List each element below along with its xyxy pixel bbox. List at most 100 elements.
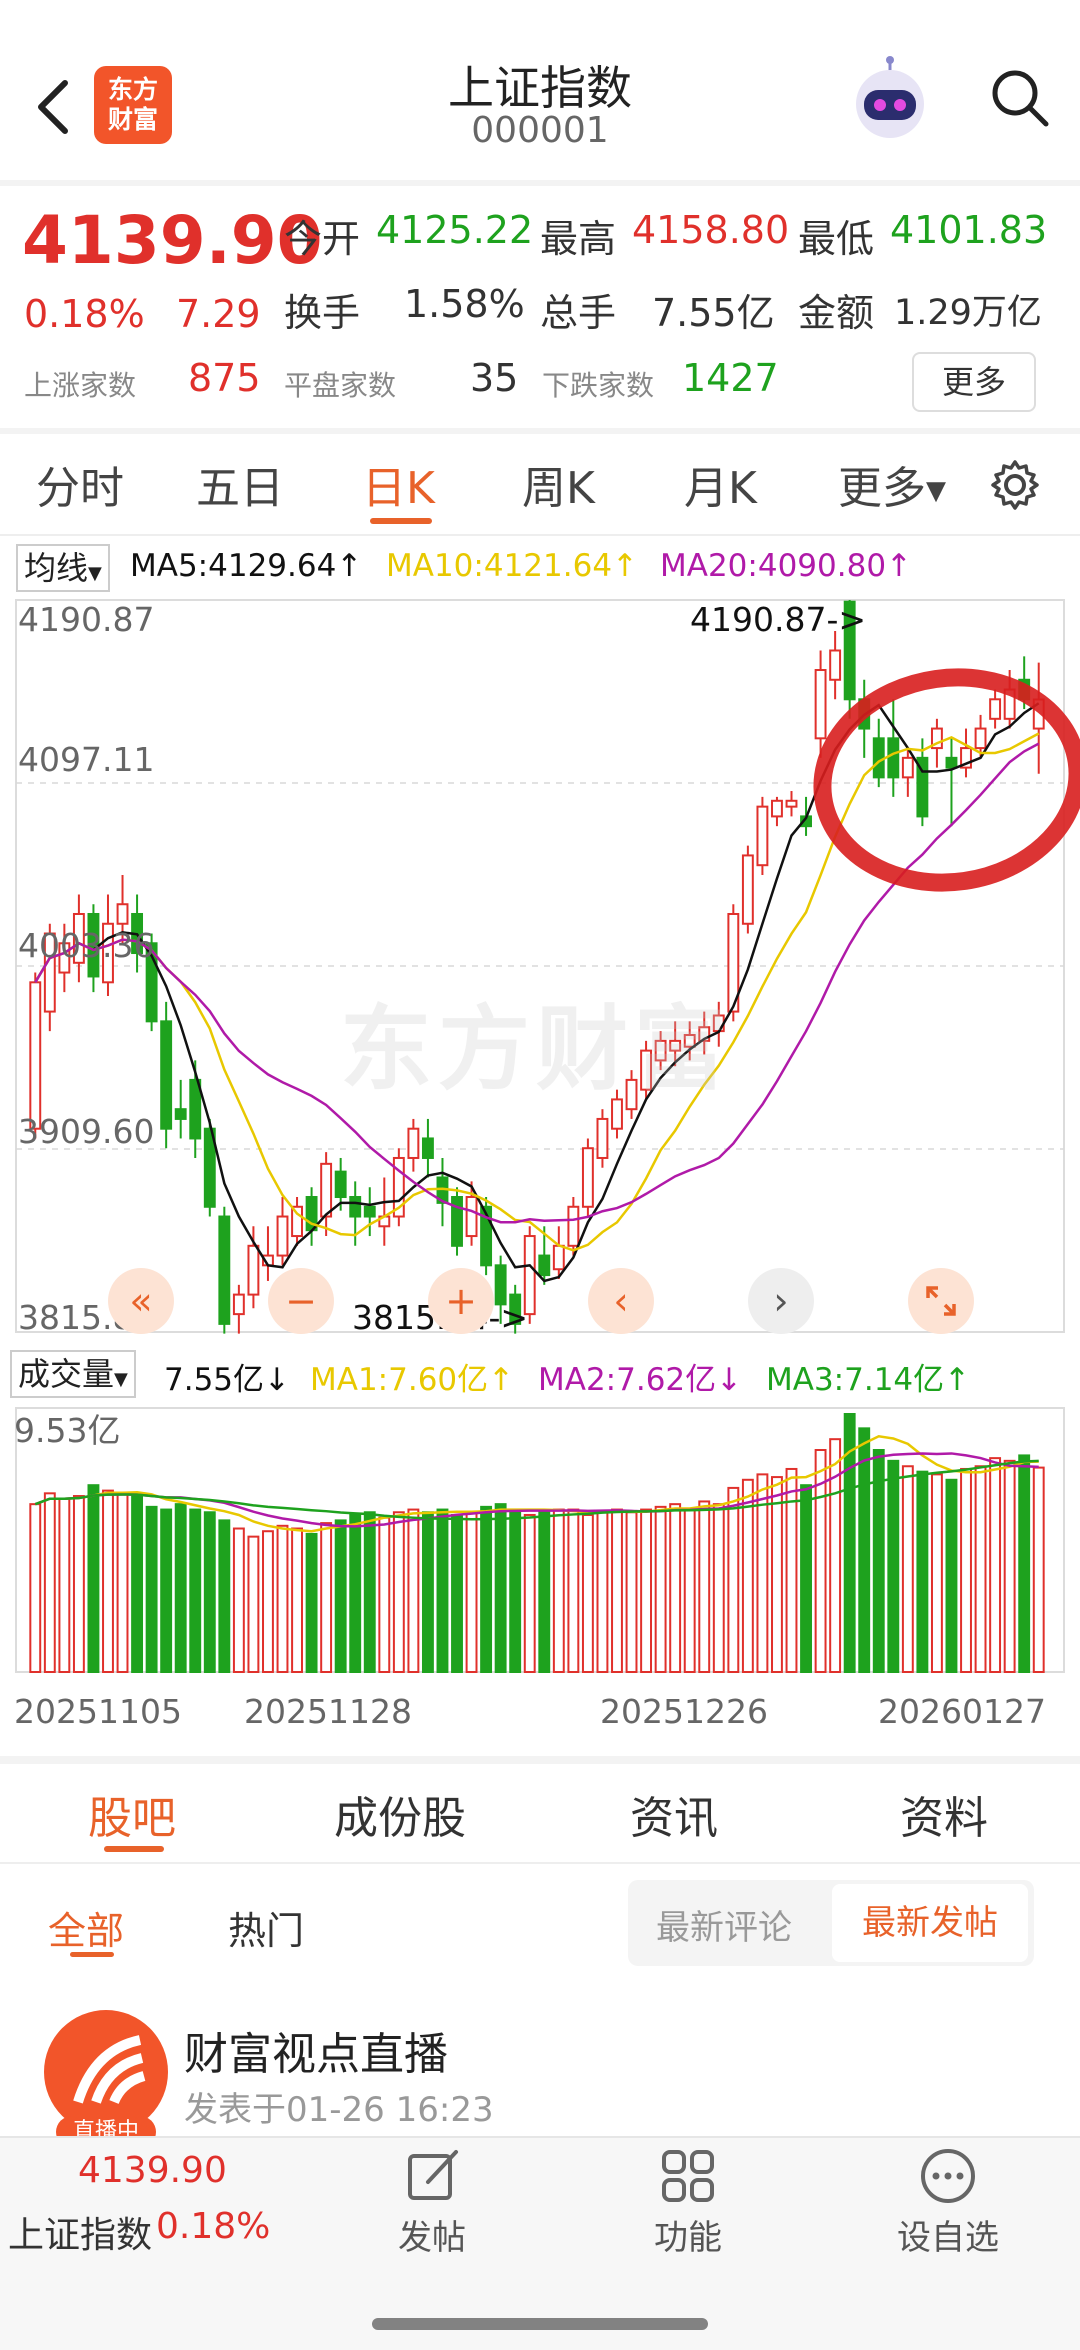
volume-bar <box>1018 1454 1031 1673</box>
tab-daily-k[interactable]: 日K <box>362 452 435 516</box>
volume-bar <box>334 1519 347 1673</box>
ma20-value: MA20:4090.80↑ <box>660 548 913 584</box>
candle-body <box>421 1137 434 1159</box>
zoom-out-button[interactable]: − <box>268 1268 334 1334</box>
volume-bar <box>974 1465 987 1673</box>
volume-bar <box>785 1467 798 1673</box>
candle-body <box>901 756 914 779</box>
candle <box>232 1284 245 1334</box>
tab-guba[interactable]: 股吧 <box>88 1782 176 1846</box>
candle <box>989 689 1002 729</box>
volume-bar <box>392 1511 405 1673</box>
filter-all[interactable]: 全部 <box>48 1900 124 1955</box>
robot-assistant-icon[interactable] <box>842 54 938 150</box>
tab-monthly-k[interactable]: 月K <box>684 452 757 516</box>
volume-bar <box>669 1503 682 1673</box>
volume-bar <box>858 1427 871 1673</box>
volume-bar <box>407 1508 420 1673</box>
stock-code: 000001 <box>471 110 609 151</box>
filter-hot[interactable]: 热门 <box>228 1900 304 1955</box>
high-marker: 4190.87-> <box>690 600 867 639</box>
ma-dropdown[interactable]: 均线▼ <box>16 544 110 592</box>
candle <box>320 1152 333 1237</box>
down-count: 1427 <box>682 356 779 400</box>
volume-label: 总手 <box>540 291 617 335</box>
volume-bar <box>436 1508 449 1673</box>
scroll-right-button[interactable]: › <box>748 1268 814 1334</box>
volume-bar <box>494 1503 507 1673</box>
candle <box>407 1118 420 1172</box>
volume-bar <box>930 1473 943 1673</box>
volume-ma3: MA3:7.14亿↑ <box>766 1362 971 1398</box>
volume-bar <box>58 1497 71 1673</box>
open-label: 今开 <box>284 217 361 261</box>
post-button-label: 发帖 <box>398 2218 466 2258</box>
volume-bar <box>712 1503 725 1673</box>
candle <box>436 1157 449 1227</box>
settings-button[interactable] <box>982 452 1048 518</box>
candle <box>829 630 842 700</box>
volume-bar <box>102 1489 114 1673</box>
zoom-out-fast-button[interactable]: « <box>108 1268 174 1334</box>
post-button[interactable]: 发帖 <box>352 2146 512 2266</box>
fullscreen-button[interactable] <box>908 1268 974 1334</box>
volume-bar <box>87 1484 100 1673</box>
candle-body <box>872 737 885 779</box>
candle <box>291 1197 303 1246</box>
sort-latest-comment[interactable]: 最新评论 <box>656 1900 792 1949</box>
volume-bar <box>72 1495 85 1673</box>
volume-bar <box>887 1459 900 1674</box>
gear-icon <box>991 460 1039 510</box>
tab-news[interactable]: 资讯 <box>630 1782 718 1846</box>
sort-latest-post[interactable]: 最新发帖 <box>832 1884 1028 1962</box>
divider <box>0 534 1080 536</box>
ma10-value: MA10:4121.64↑ <box>386 548 639 584</box>
candle-body <box>218 1215 231 1325</box>
volume-bar <box>262 1530 274 1673</box>
candle-body <box>741 854 754 925</box>
more-quote-button[interactable]: 更多 <box>912 352 1036 412</box>
volume-dropdown-label: 成交量 <box>18 1355 115 1393</box>
add-watchlist-button[interactable]: 设自选 <box>868 2146 1028 2266</box>
search-button[interactable] <box>980 58 1060 138</box>
zoom-in-button[interactable]: + <box>428 1268 494 1334</box>
post-title[interactable]: 财富视点直播 <box>184 2018 448 2082</box>
tab-constituents[interactable]: 成份股 <box>334 1782 466 1846</box>
candle <box>276 1197 289 1266</box>
low-label: 最低 <box>798 217 875 261</box>
candle-body <box>247 1244 260 1296</box>
tab-weekly-k[interactable]: 周K <box>522 452 595 516</box>
volume-ma1: MA1:7.60亿↑ <box>310 1362 515 1398</box>
change-percent: 0.18% <box>24 292 145 336</box>
candle-body <box>596 1117 609 1159</box>
tab-more[interactable]: 更多▼ <box>838 452 946 516</box>
volume-dropdown[interactable]: 成交量▼ <box>10 1350 136 1398</box>
volume-bar <box>29 1503 42 1673</box>
tab-profile[interactable]: 资料 <box>900 1782 988 1846</box>
scroll-left-button[interactable]: ‹ <box>588 1268 654 1334</box>
volume-bar <box>611 1508 623 1673</box>
ma-dropdown-label: 均线 <box>24 549 89 587</box>
price-axis-label: 3909.60 <box>18 1112 155 1151</box>
candle <box>421 1118 434 1178</box>
volume-bar <box>465 1511 478 1673</box>
volume-bar <box>596 1511 609 1673</box>
volume-bar <box>1032 1466 1045 1673</box>
candle-body <box>363 1205 376 1218</box>
home-indicator <box>372 2318 708 2330</box>
candle <box>814 650 827 758</box>
function-button[interactable]: 功能 <box>608 2146 768 2266</box>
tab-intraday[interactable]: 分时 <box>36 452 124 516</box>
back-button[interactable] <box>18 62 88 152</box>
ma5-value: MA5:4129.64↑ <box>130 548 363 584</box>
tab-five-day[interactable]: 五日 <box>196 452 284 516</box>
candle <box>363 1187 376 1237</box>
volume-chart[interactable] <box>0 1400 1080 1676</box>
candle <box>960 728 972 778</box>
candle-body <box>116 903 129 925</box>
divider <box>0 1862 1080 1864</box>
candle <box>581 1138 594 1217</box>
candlestick-chart[interactable] <box>0 590 1080 1350</box>
volume-bar <box>509 1508 522 1673</box>
candle-body <box>887 737 900 779</box>
